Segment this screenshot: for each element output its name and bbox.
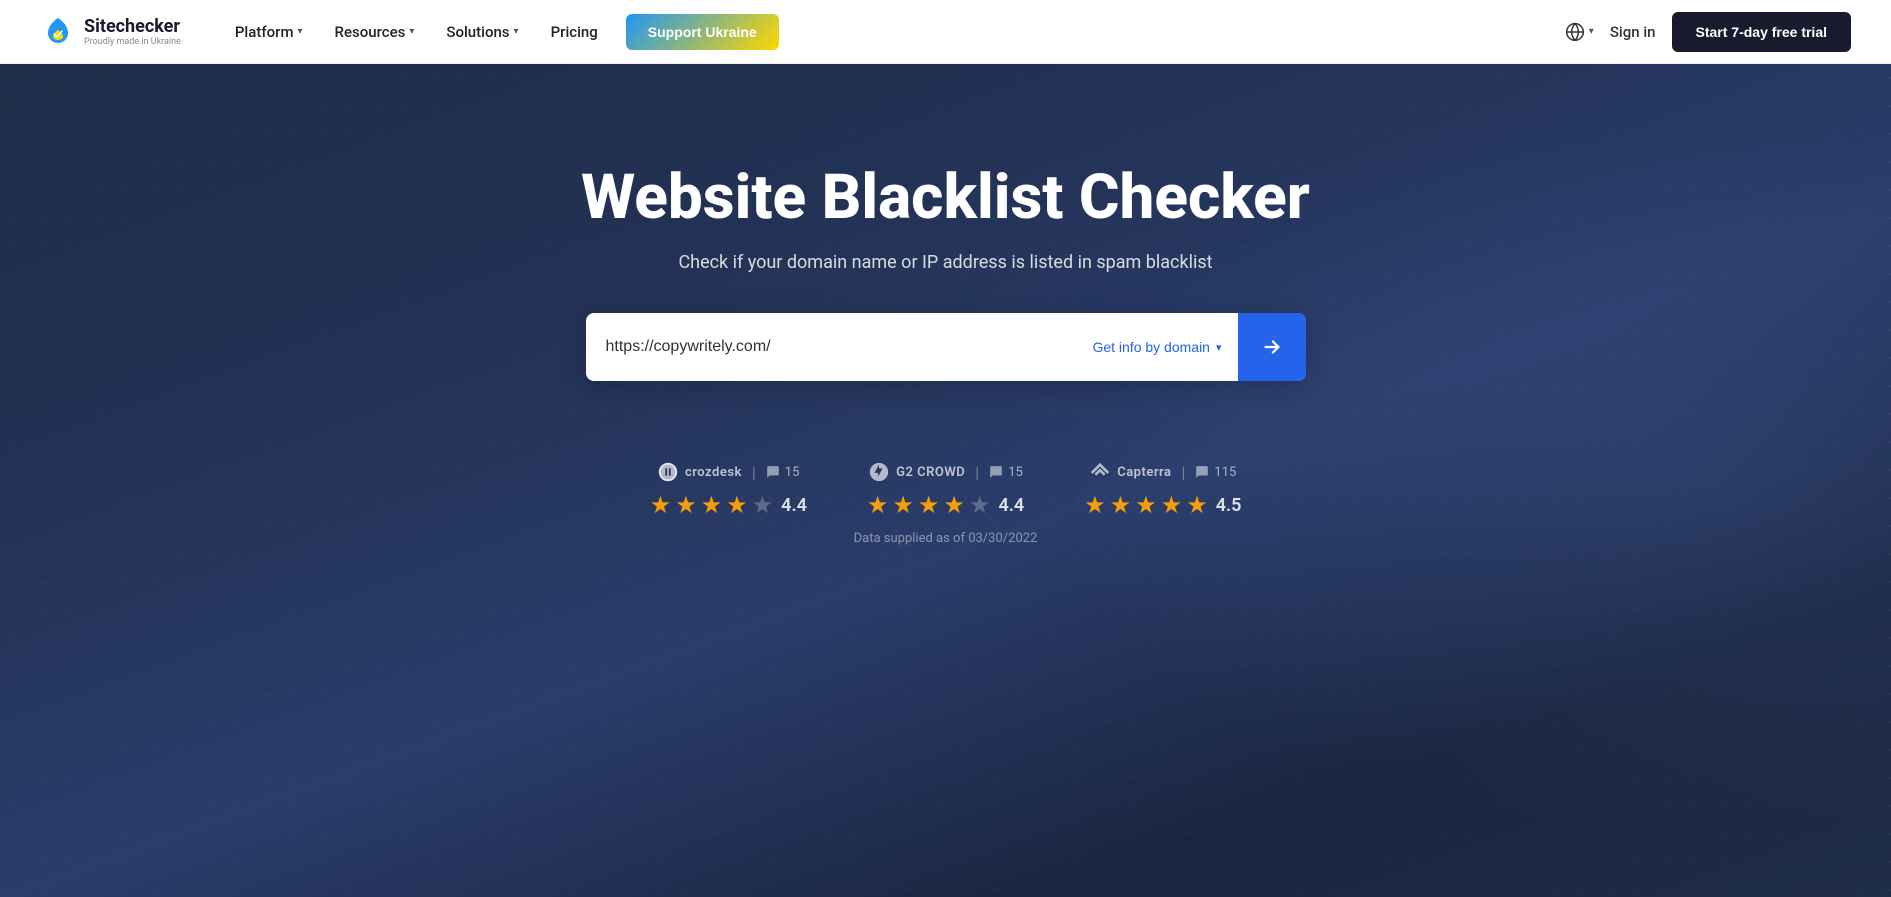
capterra-icon (1089, 461, 1111, 483)
domain-selector[interactable]: Get info by domain ▾ (1076, 339, 1237, 355)
logo-tagline: Proudly made in Ukraine (84, 37, 181, 47)
nav-resources[interactable]: Resources ▾ (321, 15, 429, 49)
star-4: ★ (1161, 491, 1183, 519)
navbar: Sitechecker Proudly made in Ukraine Plat… (0, 0, 1891, 64)
star-1: ★ (1084, 491, 1106, 519)
hero-title: Website Blacklist Checker (581, 164, 1310, 232)
star-3: ★ (1135, 491, 1157, 519)
stars-row: ★ ★ ★ ★ ★ 4.4 (867, 491, 1024, 519)
hero-section: Website Blacklist Checker Check if your … (0, 64, 1891, 897)
nav-links: Platform ▾ Resources ▾ Solutions ▾ Prici… (221, 14, 1565, 50)
nav-solutions[interactable]: Solutions ▾ (432, 15, 532, 49)
star-1: ★ (867, 491, 889, 519)
search-box: Get info by domain ▾ (586, 313, 1306, 381)
g2-icon (868, 461, 890, 483)
star-2: ★ (1110, 491, 1132, 519)
chevron-down-icon: ▾ (514, 26, 519, 37)
rating-score: 4.4 (781, 495, 807, 516)
star-4: ★ (726, 491, 748, 519)
stars-row: ★ ★ ★ ★ ★ 4.5 (1084, 491, 1241, 519)
hero-subtitle: Check if your domain name or IP address … (678, 252, 1212, 273)
hero-content: Website Blacklist Checker Check if your … (0, 164, 1891, 381)
support-ukraine-button[interactable]: Support Ukraine (626, 14, 779, 50)
rating-g2: G2 CROWD | 15 ★ ★ ★ ★ ★ 4.4 (867, 461, 1024, 519)
rating-capterra: Capterra | 115 ★ ★ ★ ★ ★ 4.5 (1084, 461, 1241, 519)
data-supplied: Data supplied as of 03/30/2022 (854, 531, 1038, 546)
ratings-section: crozdesk | 15 ★ ★ ★ ★ ★ 4.4 (650, 461, 1242, 519)
g2-label: G2 CROWD (896, 465, 965, 480)
crozdesk-icon (657, 461, 679, 483)
comment-icon (766, 465, 780, 479)
comment-icon (1195, 465, 1209, 479)
star-1: ★ (650, 491, 672, 519)
nav-platform[interactable]: Platform ▾ (221, 15, 317, 49)
chevron-down-icon: ▾ (1216, 341, 1222, 354)
logo-name: Sitechecker (84, 16, 181, 37)
logo-icon (40, 14, 76, 50)
stars-row: ★ ★ ★ ★ ★ 4.4 (650, 491, 807, 519)
star-3: ★ (918, 491, 940, 519)
language-selector[interactable]: ▾ (1565, 22, 1594, 42)
nav-right: ▾ Sign in Start 7-day free trial (1565, 12, 1851, 52)
search-button[interactable] (1238, 313, 1306, 381)
chevron-down-icon: ▾ (298, 26, 303, 37)
rating-score: 4.5 (1216, 495, 1242, 516)
domain-selector-label: Get info by domain (1092, 339, 1210, 355)
signin-link[interactable]: Sign in (1610, 23, 1656, 41)
nav-pricing[interactable]: Pricing (537, 15, 612, 49)
search-input[interactable] (606, 338, 1077, 356)
star-4: ★ (943, 491, 965, 519)
capterra-label: Capterra (1117, 465, 1171, 480)
arrow-right-icon (1261, 336, 1283, 358)
rating-score: 4.4 (998, 495, 1024, 516)
chevron-down-icon: ▾ (409, 26, 414, 37)
star-5: ★ (969, 491, 991, 519)
star-3: ★ (701, 491, 723, 519)
logo[interactable]: Sitechecker Proudly made in Ukraine (40, 14, 181, 50)
crozdesk-label: crozdesk (685, 465, 742, 480)
globe-icon (1565, 22, 1585, 42)
star-5: ★ (1186, 491, 1208, 519)
trial-button[interactable]: Start 7-day free trial (1672, 12, 1852, 52)
star-2: ★ (675, 491, 697, 519)
comment-icon (989, 465, 1003, 479)
star-2: ★ (892, 491, 914, 519)
rating-crozdesk: crozdesk | 15 ★ ★ ★ ★ ★ 4.4 (650, 461, 807, 519)
star-5: ★ (752, 491, 774, 519)
chevron-down-icon: ▾ (1589, 26, 1594, 37)
